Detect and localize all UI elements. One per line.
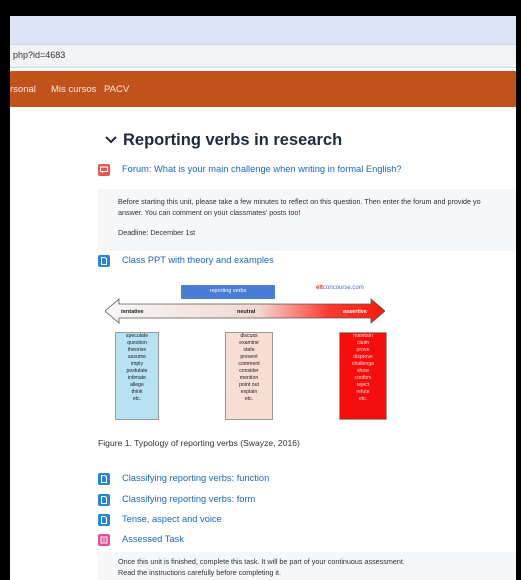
verb-word: refute — [356, 389, 370, 395]
verb-word: think — [131, 389, 143, 395]
task-description: Once this unit is finished, complete thi… — [98, 552, 516, 580]
browser-tab-strip — [10, 16, 516, 44]
verb-word: claim — [356, 340, 370, 346]
verb-word: maintain — [353, 333, 373, 339]
neutral-verbs-column: discuss examine state present comment co… — [225, 332, 273, 420]
file-icon — [98, 473, 110, 485]
verb-word: challenge — [351, 361, 375, 367]
task-desc-line2: Read the instructions carefully before c… — [118, 568, 281, 577]
verb-word: show — [356, 368, 370, 374]
verb-word: present — [240, 354, 258, 360]
verb-word: imply — [130, 361, 144, 367]
chevron-down-icon[interactable] — [102, 130, 120, 148]
forum-description: Before starting this unit, please take a… — [98, 189, 516, 251]
nav-item-personal[interactable]: rsonal — [10, 84, 36, 95]
verb-word: etc. — [244, 396, 254, 402]
figure-header-label: reporting verbs — [209, 288, 247, 294]
verb-word: intimate — [127, 375, 147, 381]
forum-link[interactable]: Forum: What is your main challenge when … — [122, 164, 402, 174]
verb-word: disprove — [353, 354, 373, 360]
reporting-verbs-figure: reporting verbs eltconcourse.com tentati… — [105, 271, 387, 421]
forum-deadline: Deadline: December 1st — [118, 228, 196, 237]
verb-word: theorise — [127, 347, 147, 353]
figure-brand-logo: eltconcourse.com — [316, 285, 364, 291]
verb-word: consider — [239, 368, 259, 374]
resource-link[interactable]: Tense, aspect and voice — [122, 514, 222, 524]
verb-word: confirm — [354, 375, 372, 381]
assertive-verbs-column: maintain claim prove disprove challenge … — [339, 332, 387, 420]
assessed-task-link[interactable]: Assessed Task — [122, 534, 184, 544]
nav-item-pacv[interactable]: PACV — [104, 84, 129, 95]
nav-item-mis-cursos[interactable]: Mis cursos — [51, 84, 96, 95]
course-content: Reporting verbs in research Forum: What … — [10, 107, 516, 580]
resource-link[interactable]: Classifying reporting verbs: form — [122, 494, 255, 504]
forum-icon — [98, 164, 110, 176]
tentative-verbs-column: speculate question theorise assume imply… — [115, 332, 159, 420]
verb-word: reject — [356, 382, 370, 388]
forum-desc-line2: answer. You can comment on your classmat… — [118, 208, 301, 217]
class-ppt-link[interactable]: Class PPT with theory and examples — [122, 255, 274, 265]
address-url[interactable]: php?id=4683 — [13, 50, 65, 60]
figure-header-box: reporting verbs — [181, 285, 275, 299]
verb-word: mention — [239, 375, 259, 381]
site-navbar: rsonal Mis cursos PACV — [10, 71, 516, 107]
task-desc-line1: Once this unit is finished, complete thi… — [118, 557, 405, 566]
verb-word: prove — [356, 347, 370, 353]
verb-word: explain — [240, 389, 258, 395]
file-icon — [98, 494, 110, 506]
verb-word: state — [243, 347, 255, 353]
file-icon — [98, 514, 110, 526]
verb-word: question — [127, 340, 147, 346]
section-title: Reporting verbs in research — [123, 131, 343, 149]
browser-window: php?id=4683 rsonal Mis cursos PACV Repor… — [10, 16, 516, 580]
arrow-label-neutral: neutral — [237, 309, 256, 315]
verb-word: examine — [239, 340, 259, 346]
arrow-label-tentative: tentative — [121, 309, 144, 315]
resource-link[interactable]: Classifying reporting verbs: function — [122, 473, 269, 483]
verb-word: postulate — [126, 368, 148, 374]
address-bar[interactable]: php?id=4683 — [10, 44, 516, 68]
verb-word: comment — [238, 361, 260, 367]
forum-desc-line1: Before starting this unit, please take a… — [118, 197, 481, 206]
figure-caption: Figure 1. Typology of reporting verbs (S… — [98, 438, 300, 448]
file-icon — [98, 255, 110, 267]
assignment-icon — [98, 534, 110, 546]
verb-word: etc. — [132, 396, 142, 402]
verb-word: speculate — [125, 333, 149, 339]
verb-word: allege — [130, 382, 144, 388]
verb-word: point out — [239, 382, 259, 388]
verb-word: discuss — [240, 333, 258, 339]
verb-word: assume — [127, 354, 147, 360]
arrow-label-assertive: assertive — [343, 309, 367, 315]
verb-word: etc. — [358, 396, 368, 402]
